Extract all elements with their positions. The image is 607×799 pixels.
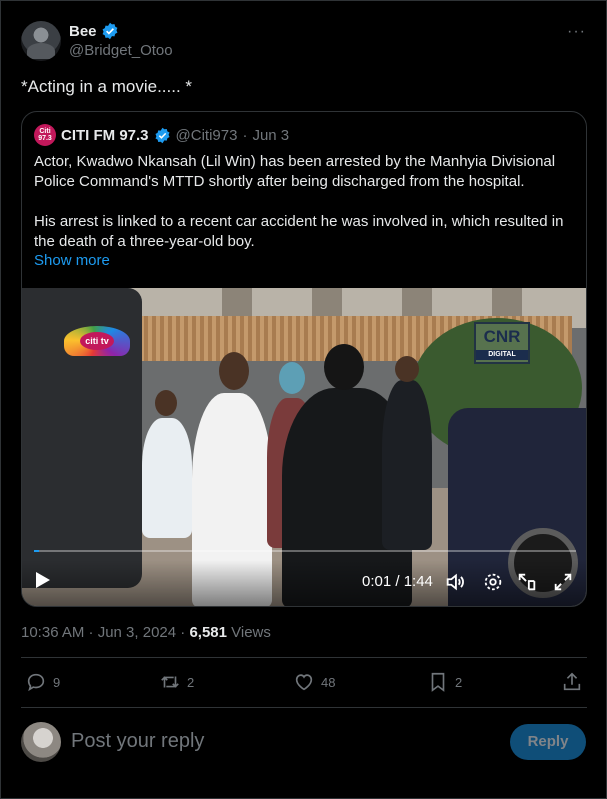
reply-action[interactable]: 9: [25, 671, 60, 693]
citi-tv-logo: citi tv: [64, 326, 130, 356]
volume-icon[interactable]: [444, 571, 466, 593]
bookmark-count: 2: [455, 674, 463, 690]
cnr-logo-text: CNR: [483, 327, 521, 346]
quoted-paragraph-1: Actor, Kwadwo Nkansah (Lil Win) has been…: [34, 153, 556, 190]
reply-input[interactable]: Post your reply: [71, 730, 204, 753]
like-count: 48: [321, 674, 336, 690]
citi-tv-logo-text: citi tv: [80, 332, 114, 350]
current-user-avatar[interactable]: [21, 722, 61, 762]
quoted-author-avatar[interactable]: Citi 97.3: [34, 124, 56, 146]
video-progress-bar[interactable]: [34, 550, 576, 552]
author-handle[interactable]: @Bridget_Otoo: [69, 42, 173, 59]
quoted-author-handle[interactable]: @Citi973: [176, 127, 238, 144]
verified-badge-icon: [155, 127, 170, 143]
settings-gear-icon[interactable]: [482, 571, 504, 593]
quoted-paragraph-2: His arrest is linked to a recent car acc…: [34, 213, 564, 250]
quoted-tweet[interactable]: Citi 97.3 CITI FM 97.3 @Citi973 · Jun 3 …: [21, 111, 587, 607]
repost-action[interactable]: 2: [159, 671, 194, 693]
divider: [21, 657, 587, 658]
quoted-tweet-body: Actor, Kwadwo Nkansah (Lil Win) has been…: [34, 152, 574, 272]
repost-icon: [161, 676, 179, 688]
author-name[interactable]: Bee: [69, 23, 97, 40]
more-options-icon[interactable]: ···: [567, 23, 586, 41]
video-controls: 0:01 / 1:44: [22, 560, 586, 606]
video-time: 0:01 / 1:44: [362, 573, 433, 590]
video-progress-fill: [34, 550, 40, 552]
quoted-tweet-header: Citi 97.3 CITI FM 97.3 @Citi973 · Jun 3: [34, 124, 289, 146]
share-icon: [563, 672, 581, 691]
fullscreen-icon[interactable]: [552, 571, 574, 593]
tweet-timestamp[interactable]: 10:36 AM · Jun 3, 2024 ·: [21, 624, 189, 641]
quoted-author-name[interactable]: CITI FM 97.3: [61, 127, 149, 144]
show-more-link[interactable]: Show more: [34, 252, 110, 269]
author-avatar[interactable]: [21, 21, 61, 61]
bookmark-action[interactable]: 2: [427, 671, 462, 693]
verified-badge-icon: [102, 22, 117, 40]
tweet-detail: Bee @Bridget_Otoo ··· *Acting in a movie…: [0, 0, 607, 799]
views-label: Views: [226, 624, 271, 641]
quoted-tweet-date[interactable]: Jun 3: [252, 127, 289, 144]
author-name-row: Bee: [69, 22, 119, 40]
divider: [21, 707, 587, 708]
like-action[interactable]: 48: [293, 671, 335, 693]
tweet-meta: 10:36 AM · Jun 3, 2024 · 6,581 Views: [21, 624, 271, 641]
picture-in-picture-icon[interactable]: [516, 571, 538, 593]
tweet-text: *Acting in a movie..... *: [21, 77, 193, 96]
bookmark-icon: [431, 672, 445, 692]
tweet-actions: 9 2 48 2: [25, 671, 585, 695]
share-action[interactable]: [561, 671, 583, 693]
views-count: 6,581: [189, 624, 227, 641]
cnr-logo-subtext: DIGITAL: [476, 350, 528, 360]
reply-icon: [27, 673, 45, 692]
video-player[interactable]: citi tv CNR DIGITAL 0:01 / 1:44: [22, 288, 586, 606]
reply-count: 9: [53, 674, 61, 690]
reply-button[interactable]: Reply: [510, 724, 586, 760]
separator-dot: ·: [242, 126, 248, 144]
repost-count: 2: [187, 674, 195, 690]
cnr-digital-logo: CNR DIGITAL: [474, 322, 530, 364]
play-icon[interactable]: [36, 572, 50, 588]
heart-icon: [295, 674, 313, 691]
